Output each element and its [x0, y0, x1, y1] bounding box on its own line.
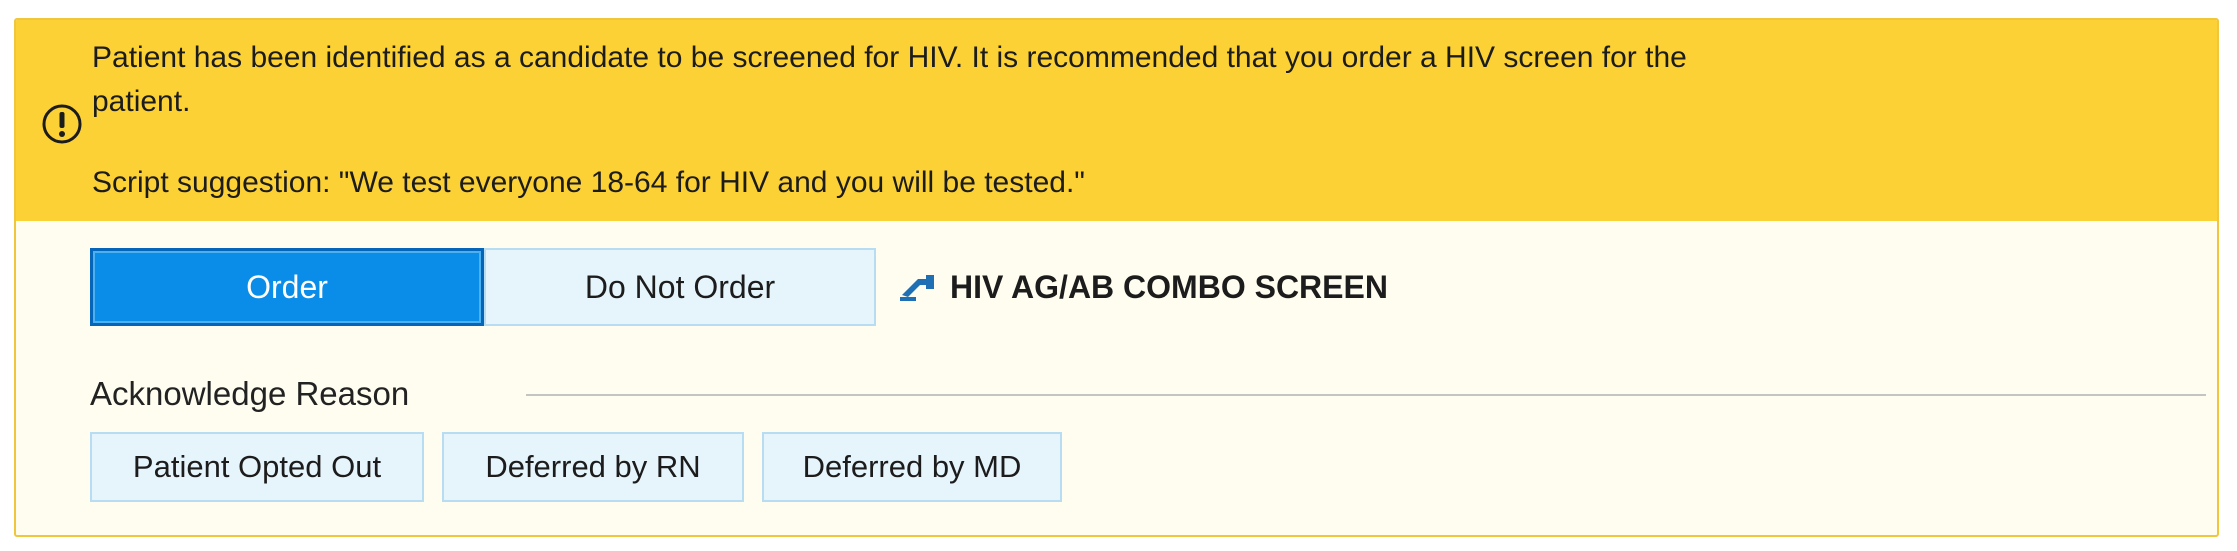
alert-message-line1: Patient has been identified as a candida…	[92, 41, 1687, 74]
do-not-order-button[interactable]: Do Not Order	[484, 248, 876, 326]
bpa-alert-card: Patient has been identified as a candida…	[14, 18, 2219, 537]
order-item-link[interactable]: HIV AG/AB COMBO SCREEN	[896, 262, 1388, 312]
alert-message-line2: patient.	[92, 85, 191, 118]
alert-circle-icon	[42, 104, 82, 144]
reason-patient-opted-out-button[interactable]: Patient Opted Out	[90, 432, 424, 502]
section-divider	[526, 394, 2206, 396]
reason-deferred-by-md-button[interactable]: Deferred by MD	[762, 432, 1062, 502]
order-name: HIV AG/AB COMBO SCREEN	[950, 268, 1388, 305]
reason-deferred-by-rn-button[interactable]: Deferred by RN	[442, 432, 744, 502]
alert-header: Patient has been identified as a candida…	[16, 20, 2217, 221]
order-button[interactable]: Order	[90, 248, 484, 326]
acknowledge-reason-title: Acknowledge Reason	[90, 375, 410, 412]
order-lab-icon	[900, 275, 934, 301]
script-suggestion: Script suggestion: "We test everyone 18-…	[92, 166, 1085, 199]
